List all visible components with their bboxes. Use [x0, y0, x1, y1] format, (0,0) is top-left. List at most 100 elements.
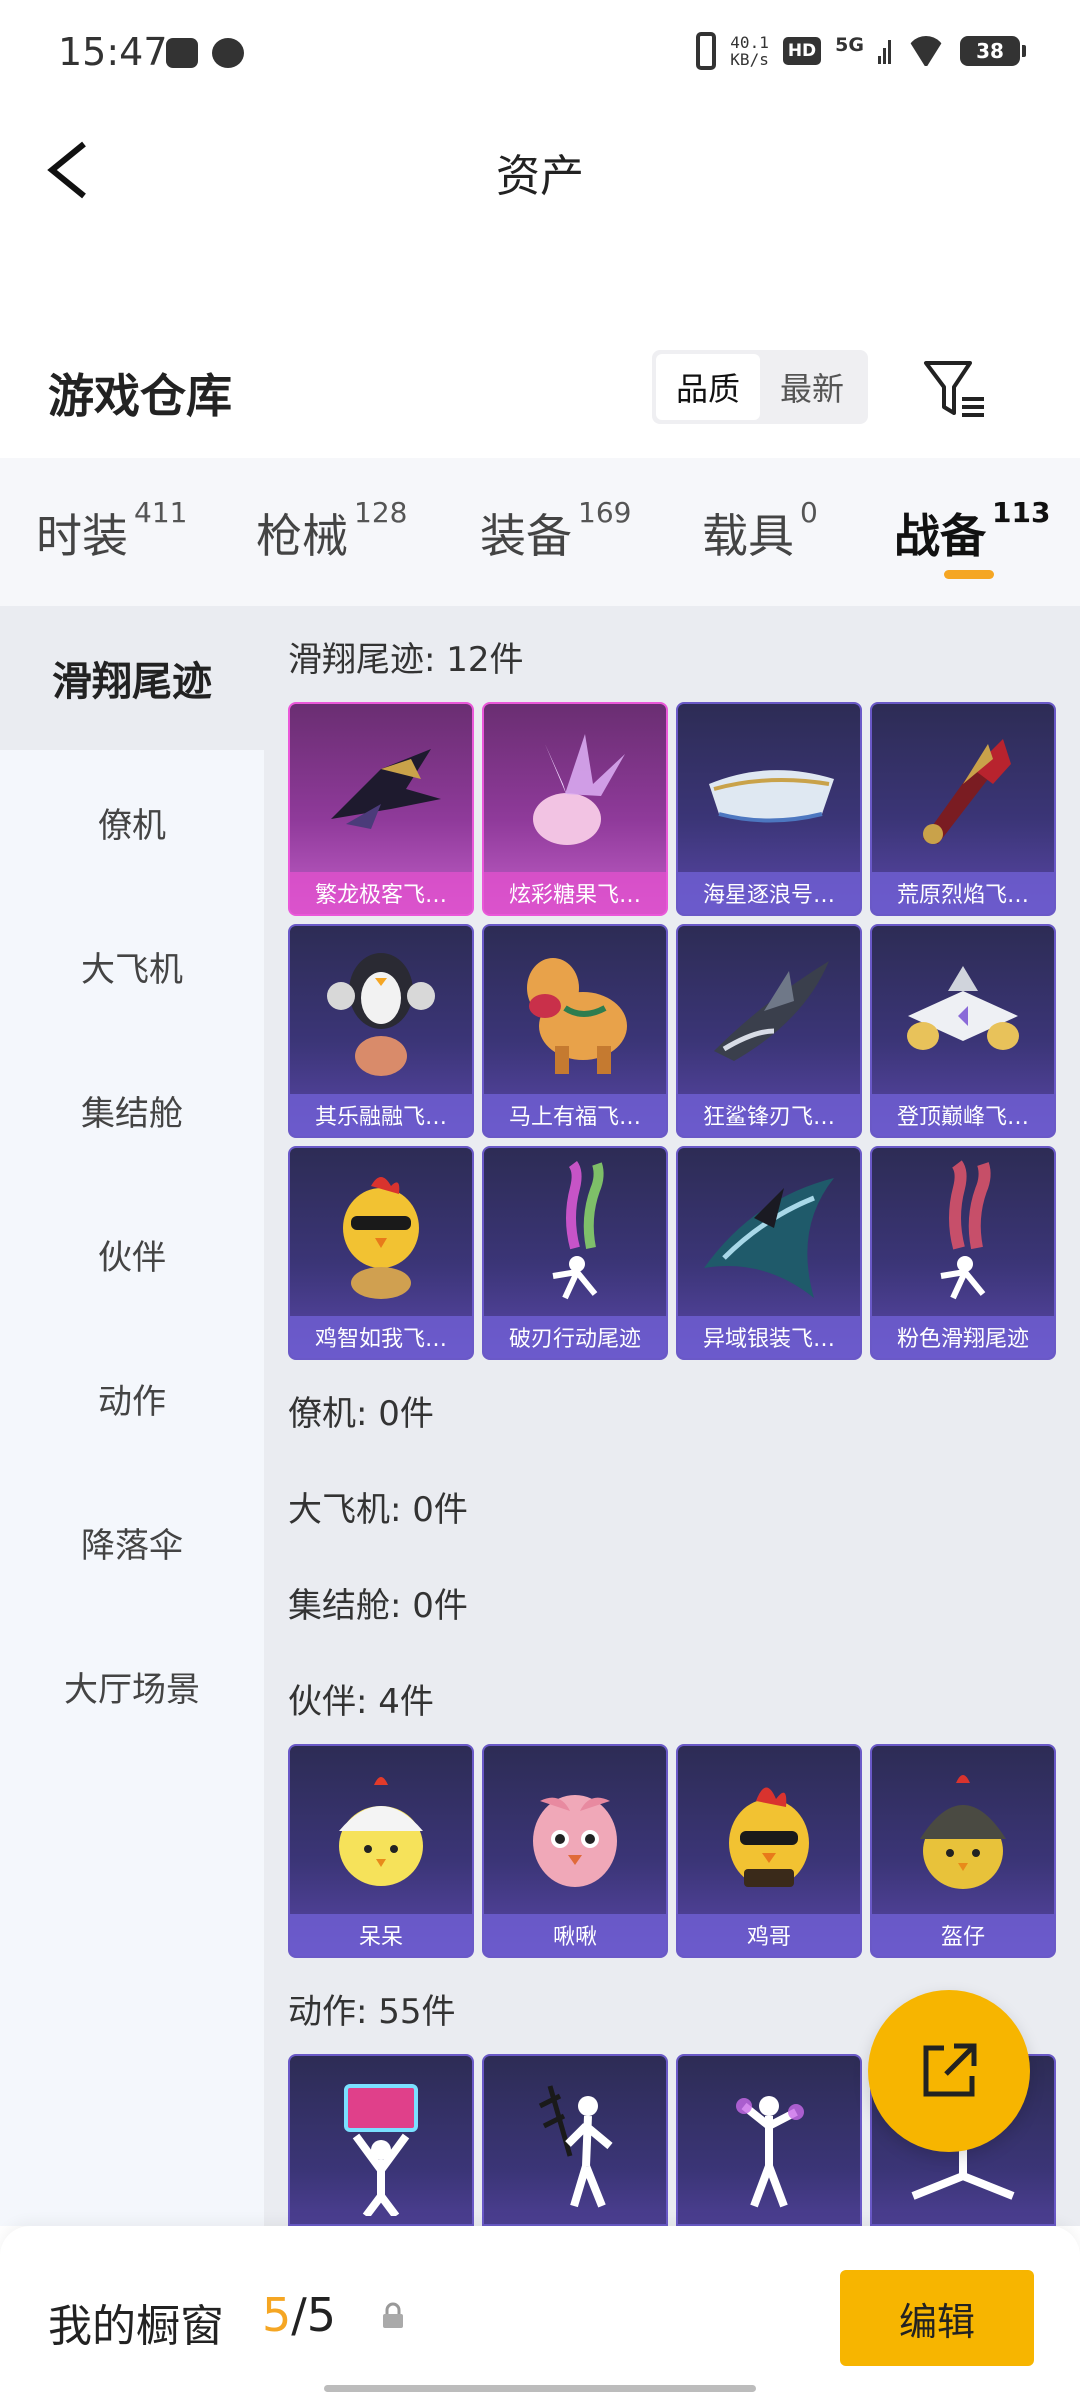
category-tabs: 时装 411 枪械 128 装备 169 载具 0 战备 113	[0, 458, 1080, 606]
helmet-chick-pet-icon	[920, 1775, 1006, 1889]
sidebar-item-big-plane[interactable]: 大飞机	[0, 894, 264, 1038]
item-card[interactable]: 异域银装飞…	[676, 1146, 862, 1360]
wifi-icon	[906, 36, 946, 66]
item-name: 粉色滑翔尾迹	[872, 1316, 1054, 1358]
home-indicator	[324, 2385, 756, 2392]
horse-glider-icon	[527, 958, 627, 1074]
category-label: 集结舱: 0件	[288, 1586, 468, 1626]
showcase-count: 5/5	[262, 2288, 337, 2342]
item-card[interactable]: 繁龙极客飞…	[288, 702, 474, 916]
showcase-label: 我的橱窗	[48, 2301, 224, 2352]
item-name: 啾啾	[484, 1914, 666, 1956]
item-card[interactable]	[676, 2054, 862, 2226]
sidebar-item-companion[interactable]: 伙伴	[0, 1182, 264, 1326]
item-grid-panel: 滑翔尾迹: 12件 繁龙极客飞… 炫彩糖果飞… 海星逐浪号… 荒原烈焰飞… 其乐…	[264, 606, 1080, 2226]
boat-glider-icon	[709, 770, 834, 823]
tab-equipment[interactable]: 装备 169	[480, 496, 631, 566]
tab-fashion[interactable]: 时装 411	[36, 496, 187, 566]
jet-glider-icon	[907, 966, 1019, 1050]
item-card[interactable]: 海星逐浪号…	[676, 702, 862, 916]
emote-pose-icon	[538, 2085, 613, 2208]
item-card[interactable]: 马上有福飞…	[482, 924, 668, 1138]
item-name: 异域银装飞…	[678, 1316, 860, 1358]
item-card[interactable]: 破刃行动尾迹	[482, 1146, 668, 1360]
sidebar-item-lobby-scene[interactable]: 大厅场景	[0, 1614, 264, 1758]
category-label: 大飞机: 0件	[288, 1490, 468, 1530]
vibrate-icon	[696, 32, 717, 70]
item-card[interactable]: 鸡哥	[676, 1744, 862, 1958]
sort-toggle: 品质 最新	[652, 350, 868, 424]
page-title: 资产	[496, 151, 584, 202]
flame-glider-icon	[923, 739, 1011, 844]
pink-bird-pet-icon	[533, 1795, 617, 1887]
category-label: 伙伴: 4件	[288, 1682, 434, 1722]
chick-pet-icon	[339, 1777, 423, 1886]
item-card[interactable]: 粉色滑翔尾迹	[870, 1146, 1056, 1360]
item-card[interactable]: 狂鲨锋刃飞…	[676, 924, 862, 1138]
network-type: 5G	[835, 34, 864, 56]
tab-supplies[interactable]: 战备 113	[894, 496, 1050, 566]
sidebar-item-wingman[interactable]: 僚机	[0, 750, 264, 894]
battery-icon: 38	[960, 36, 1026, 66]
emote-sign-icon	[344, 2084, 418, 2216]
status-time: 15:47	[58, 30, 168, 74]
item-name: 繁龙极客飞…	[290, 872, 472, 914]
showcase-bar: 我的橱窗 5/5 编辑	[0, 2226, 1080, 2400]
sort-option-quality[interactable]: 品质	[656, 354, 760, 420]
item-name: 鸡哥	[678, 1914, 860, 1956]
notification-app-icon	[166, 38, 198, 68]
item-card[interactable]: 荒原烈焰飞…	[870, 702, 1056, 916]
edit-button[interactable]: 编辑	[840, 2270, 1034, 2366]
item-card[interactable]: 鸡智如我飞…	[288, 1146, 474, 1360]
sidebar-item-parachute[interactable]: 降落伞	[0, 1470, 264, 1614]
share-button[interactable]	[868, 1990, 1030, 2152]
category-label: 僚机: 0件	[288, 1394, 434, 1434]
category-label: 动作: 55件	[288, 1992, 456, 2032]
sidebar-item-rally-pod[interactable]: 集结舱	[0, 1038, 264, 1182]
item-card[interactable]: 呆呆	[288, 1744, 474, 1958]
item-card[interactable]: 啾啾	[482, 1744, 668, 1958]
chat-notification-icon	[212, 38, 244, 68]
item-card[interactable]: 炫彩糖果飞…	[482, 702, 668, 916]
item-name: 狂鲨锋刃飞…	[678, 1094, 860, 1136]
item-name: 马上有福飞…	[484, 1094, 666, 1136]
tab-weapons[interactable]: 枪械 128	[256, 496, 407, 566]
smoke-trail-icon	[552, 1161, 604, 1300]
assets-page: 15:47 40.1 KB/s HD 5G 38 资产 游戏仓库 品质 最新 时…	[0, 0, 1080, 2400]
silver-wing-icon	[704, 1178, 834, 1298]
item-name: 盔仔	[872, 1914, 1054, 1956]
section-title: 游戏仓库	[48, 369, 232, 423]
net-speed: 40.1 KB/s	[730, 33, 769, 69]
status-bar: 15:47 40.1 KB/s HD 5G 38	[0, 0, 1080, 110]
item-name: 破刃行动尾迹	[484, 1316, 666, 1358]
pink-smoke-trail-icon	[940, 1160, 991, 1300]
item-card[interactable]: 登顶巅峰飞…	[870, 924, 1056, 1138]
emote-dance-icon	[736, 2096, 804, 2208]
share-external-icon	[923, 2043, 977, 2097]
candy-glider-icon	[533, 734, 625, 845]
item-name: 海星逐浪号…	[678, 872, 860, 914]
sort-option-newest[interactable]: 最新	[760, 354, 864, 420]
lock-icon	[383, 2302, 403, 2328]
item-card[interactable]: 其乐融融飞…	[288, 924, 474, 1138]
item-name: 荒原烈焰飞…	[872, 872, 1054, 914]
tab-vehicles[interactable]: 载具 0	[702, 496, 818, 566]
item-name: 呆呆	[290, 1914, 472, 1956]
item-name: 其乐融融飞…	[290, 1094, 472, 1136]
hd-badge: HD	[782, 37, 822, 65]
item-name: 鸡智如我飞…	[290, 1316, 472, 1358]
item-card[interactable]	[288, 2054, 474, 2226]
chicken-glider-icon	[343, 1177, 419, 1299]
sidebar-item-glide-trail[interactable]: 滑翔尾迹	[0, 606, 264, 750]
item-card[interactable]	[482, 2054, 668, 2226]
sidebar-item-emote[interactable]: 动作	[0, 1326, 264, 1470]
category-label: 滑翔尾迹: 12件	[288, 640, 524, 680]
subcategory-sidebar: 滑翔尾迹 僚机 大飞机 集结舱 伙伴 动作 降落伞 大厅场景	[0, 606, 264, 2226]
item-card[interactable]: 盔仔	[870, 1744, 1056, 1958]
item-name: 炫彩糖果飞…	[484, 872, 666, 914]
signal-icon	[878, 38, 892, 64]
rooster-pet-icon	[729, 1787, 809, 1887]
filter-icon[interactable]	[920, 355, 990, 425]
item-name: 登顶巅峰飞…	[872, 1094, 1054, 1136]
tab-active-indicator	[944, 570, 994, 579]
